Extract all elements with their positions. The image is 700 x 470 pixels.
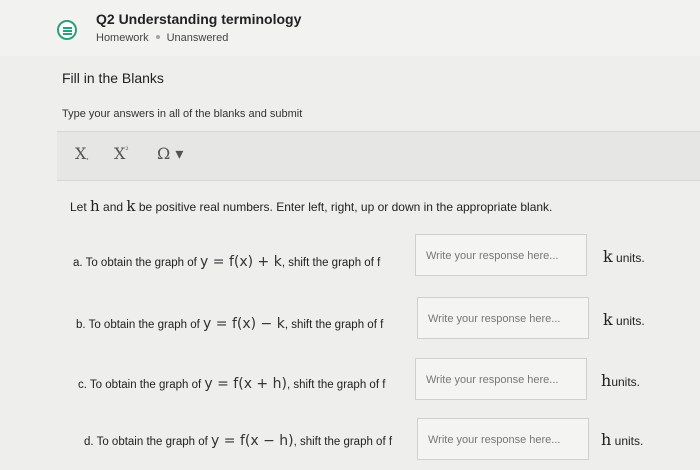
question-d-text: d. To obtain the graph of y = f(x − h), … xyxy=(84,433,393,449)
answer-a-units: k units. xyxy=(603,247,645,266)
answer-b-units: k units. xyxy=(603,310,645,329)
question-c-text: c. To obtain the graph of y = f(x + h), … xyxy=(78,376,386,392)
question-type: Homework xyxy=(96,32,149,44)
answer-c-units: hunits. xyxy=(601,371,640,390)
question-a-text: a. To obtain the graph of y = f(x) + k, … xyxy=(73,254,381,270)
section-title: Fill in the Blanks xyxy=(62,70,164,86)
question-header: Q2 Understanding terminology Homework Una… xyxy=(0,0,700,56)
answer-b-input[interactable]: Write your response here... xyxy=(417,297,589,339)
answer-c-input[interactable]: Write your response here... xyxy=(415,358,587,400)
special-characters-button[interactable]: Ω ▾ xyxy=(157,144,183,163)
answer-a-input[interactable]: Write your response here... xyxy=(415,234,587,276)
instructions: Type your answers in all of the blanks a… xyxy=(62,108,303,120)
question-prompt: Let h and k be positive real numbers. En… xyxy=(70,197,553,215)
separator-dot-icon xyxy=(155,35,160,40)
question-meta: Homework Unanswered xyxy=(96,32,228,44)
superscript-button[interactable]: X² xyxy=(114,144,129,163)
question-status: Unanswered xyxy=(166,32,229,44)
question-title: Q2 Understanding terminology xyxy=(96,11,302,27)
answer-d-units: h units. xyxy=(601,430,644,449)
answer-d-input[interactable]: Write your response here... xyxy=(417,418,589,460)
format-toolbar: X, X² Ω ▾ xyxy=(57,131,700,181)
subscript-button[interactable]: X, xyxy=(75,144,89,163)
question-b-text: b. To obtain the graph of y = f(x) − k, … xyxy=(76,316,384,332)
homework-icon xyxy=(57,20,77,40)
